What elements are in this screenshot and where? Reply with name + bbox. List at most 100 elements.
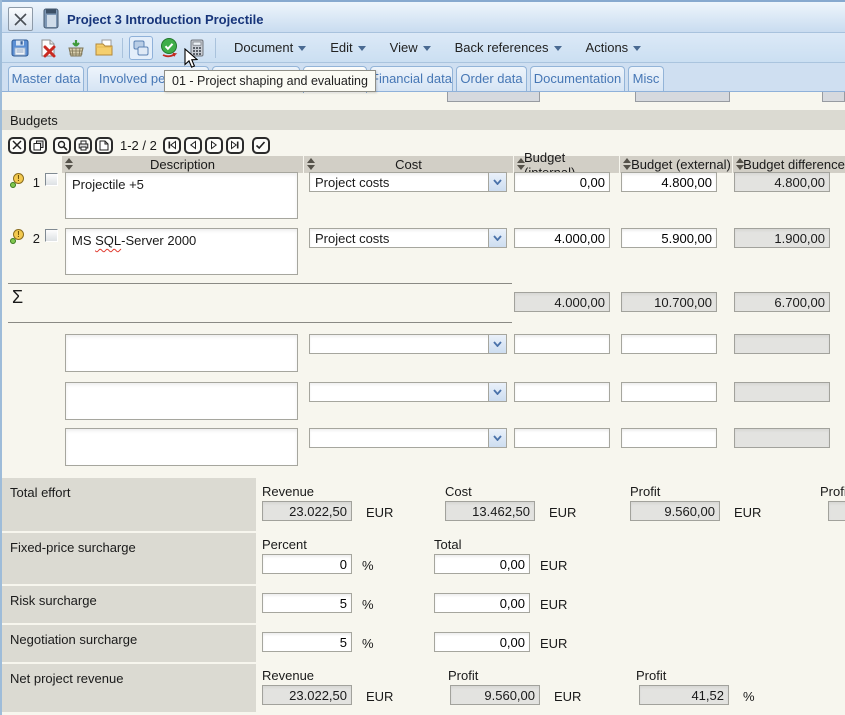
caret-down-icon	[633, 46, 641, 51]
cost-type-select[interactable]	[309, 334, 507, 354]
description-input[interactable]: MS SQL-Server 2000	[65, 228, 298, 275]
delete-document-button[interactable]	[36, 36, 60, 60]
row-checkbox[interactable]	[45, 229, 58, 242]
new-row-button[interactable]	[95, 137, 113, 154]
budget-external-input[interactable]	[621, 428, 717, 448]
menu-edit-label: Edit	[330, 40, 352, 55]
delete-document-icon	[38, 38, 58, 58]
cost-type-select[interactable]: Project costs	[309, 172, 507, 192]
confirm-button[interactable]	[157, 36, 181, 60]
negotiation-percent-input[interactable]	[262, 632, 352, 652]
menu-view-label: View	[390, 40, 418, 55]
sort-icon[interactable]	[623, 158, 631, 170]
printer-icon	[78, 140, 89, 151]
risk-total-input[interactable]	[434, 593, 530, 613]
risk-percent-input[interactable]	[262, 593, 352, 613]
calculate-button[interactable]	[185, 36, 209, 60]
fixed-price-total-input[interactable]	[434, 554, 530, 574]
close-button[interactable]	[8, 7, 33, 31]
caret-down-icon	[423, 46, 431, 51]
menu-actions[interactable]: Actions	[586, 40, 642, 55]
column-header-label: Budget (external)	[631, 157, 731, 172]
budget-internal-input[interactable]	[514, 172, 610, 192]
cut-off-field	[447, 92, 540, 102]
row-checkbox[interactable]	[45, 173, 58, 186]
search-icon	[57, 140, 68, 151]
sort-icon[interactable]	[736, 158, 744, 170]
field-label-revenue: Revenue	[262, 668, 314, 683]
column-header-budget-internal: Budget (internal)	[514, 156, 619, 173]
budgets-table-toolbar: 1-2 / 2	[8, 136, 273, 154]
description-input[interactable]	[65, 334, 298, 372]
budget-internal-input[interactable]	[514, 428, 610, 448]
cost-type-value: Project costs	[310, 231, 488, 246]
close-icon	[13, 12, 28, 27]
apply-button[interactable]	[252, 137, 270, 154]
print-table-button[interactable]	[74, 137, 92, 154]
sort-icon[interactable]	[65, 158, 73, 170]
remove-row-button[interactable]	[8, 137, 26, 154]
unit-label: EUR	[554, 689, 581, 704]
budget-internal-input[interactable]	[514, 228, 610, 248]
menu-edit[interactable]: Edit	[330, 40, 365, 55]
description-input[interactable]	[65, 428, 298, 466]
chevron-down-icon	[488, 429, 506, 447]
import-basket-button[interactable]	[64, 36, 88, 60]
tab-order-data[interactable]: Order data	[456, 66, 527, 91]
sort-icon[interactable]	[307, 158, 315, 170]
jump-to-record-icon[interactable]	[10, 229, 26, 245]
menu-actions-label: Actions	[586, 40, 629, 55]
first-page-button[interactable]	[163, 137, 181, 154]
search-rows-button[interactable]	[53, 137, 71, 154]
phase-tooltip: 01 - Project shaping and evaluating	[164, 70, 376, 92]
budget-internal-input[interactable]	[514, 382, 610, 402]
budget-external-input[interactable]	[621, 172, 717, 192]
budget-external-input[interactable]	[621, 228, 717, 248]
tab-misc[interactable]: Misc	[628, 66, 664, 91]
total-profit-percent-field	[828, 501, 845, 521]
net-revenue-field: 23.022,50	[262, 685, 352, 705]
copy-folder-button[interactable]	[92, 36, 116, 60]
cut-off-field	[635, 92, 730, 102]
window-title: Project 3 Introduction Projectile	[67, 12, 263, 27]
tab-financial-data[interactable]: Financial data	[370, 66, 453, 91]
cost-type-select[interactable]	[309, 428, 507, 448]
description-input[interactable]: Projectile +5	[65, 172, 298, 219]
negotiation-total-input[interactable]	[434, 632, 530, 652]
menu-document-label: Document	[234, 40, 293, 55]
menu-back-references[interactable]: Back references	[455, 40, 562, 55]
sum-budget-external: 10.700,00	[621, 292, 717, 312]
field-label-profit: Profit	[448, 668, 478, 683]
save-button[interactable]	[8, 36, 32, 60]
menu-document[interactable]: Document	[234, 40, 306, 55]
fixed-price-percent-input[interactable]	[262, 554, 352, 574]
arrange-windows-button[interactable]	[129, 36, 153, 60]
cost-type-select[interactable]	[309, 382, 507, 402]
budget-difference-field	[734, 428, 830, 448]
budget-difference-field	[734, 334, 830, 354]
tab-master-data[interactable]: Master data	[8, 66, 84, 91]
chevron-down-icon	[488, 335, 506, 353]
tab-documentation[interactable]: Documentation	[530, 66, 625, 91]
prev-page-button[interactable]	[184, 137, 202, 154]
copy-rows-button[interactable]	[29, 137, 47, 154]
budget-internal-input[interactable]	[514, 334, 610, 354]
field-label-revenue: Revenue	[262, 484, 314, 499]
last-page-button[interactable]	[226, 137, 244, 154]
budget-difference-field: 1.900,00	[734, 228, 830, 248]
next-page-button[interactable]	[205, 137, 223, 154]
description-input[interactable]	[65, 382, 298, 420]
budget-external-input[interactable]	[621, 382, 717, 402]
cost-type-select[interactable]: Project costs	[309, 228, 507, 248]
project-window: Project 3 Introduction Projectile	[0, 0, 845, 715]
budget-external-input[interactable]	[621, 334, 717, 354]
row-number: 1	[26, 175, 40, 190]
chevron-down-icon	[488, 173, 506, 191]
toolbar-separator	[122, 38, 123, 58]
menu-view[interactable]: View	[390, 40, 431, 55]
sort-icon[interactable]	[517, 158, 525, 170]
jump-to-record-icon[interactable]	[10, 173, 26, 189]
cut-off-field	[822, 92, 845, 102]
next-page-icon	[209, 140, 219, 150]
description-misspelled: SQL	[95, 233, 121, 248]
